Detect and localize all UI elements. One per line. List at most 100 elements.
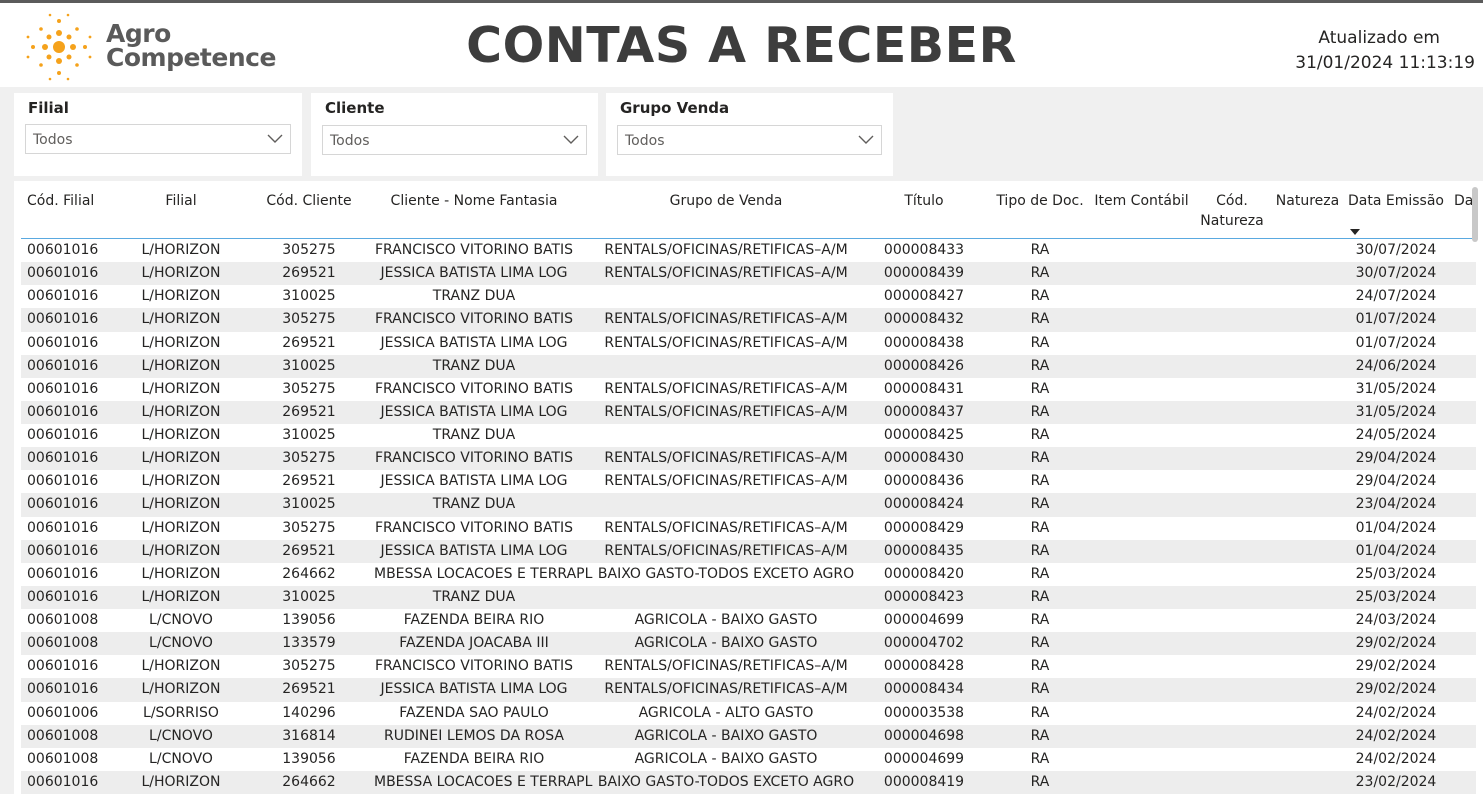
- cell-tipo-doc: RA: [1030, 658, 1050, 675]
- cell-cod-filial: 00601016: [27, 242, 99, 258]
- cell-tipo-doc: RA: [1030, 334, 1050, 351]
- cell-cod-filial: 00601016: [27, 542, 99, 559]
- cell-titulo: 000008438: [883, 334, 965, 351]
- cell-filial: L/HORIZON: [141, 427, 221, 443]
- cell-filial: L/HORIZON: [141, 542, 221, 559]
- cell-tipo-doc: RA: [1030, 750, 1050, 767]
- table-row[interactable]: 00601016 L/HORIZON 269521 JESSICA BATISTA L…: [21, 262, 1476, 286]
- table-row[interactable]: 00601016 L/HORIZON 310025 TRANZ DUA 00000842…: [21, 585, 1476, 609]
- cell-cliente-nome: FAZENDA JOACABA III: [399, 635, 549, 652]
- table-row[interactable]: 00601016 L/HORIZON 310025 TRANZ DUA 00000842…: [21, 285, 1476, 308]
- cell-grupo-venda: RENTALS/OFICINAS/RETIFICAS–A/M: [604, 334, 848, 351]
- cell-titulo: 000008437: [883, 403, 965, 420]
- cell-grupo-venda: AGRICOLA - BAIXO GASTO: [634, 750, 818, 767]
- cell-filial: L/SORRISO: [143, 704, 219, 721]
- cell-tipo-doc: RA: [1030, 773, 1050, 790]
- cell-cod-filial: 00601016: [27, 403, 99, 420]
- cell-tipo-doc: RA: [1030, 242, 1050, 258]
- cell-grupo-venda: BAIXO GASTO-TODOS EXCETO AGRO: [597, 565, 855, 582]
- table-row[interactable]: 00601016 L/HORIZON 305275 FRANCISCO VITORIN…: [21, 517, 1476, 540]
- cell-titulo: 000003538: [883, 704, 965, 721]
- table-row[interactable]: 00601016 L/HORIZON 264662 MBESSA LOCACOES E…: [21, 770, 1476, 794]
- vertical-scrollbar[interactable]: [1472, 187, 1478, 242]
- cell-data-emissao: 23/04/2024: [1355, 496, 1437, 513]
- table-row[interactable]: 00601008 L/CNOVO 139056 FAZENDA BEIRA RIO AG…: [21, 748, 1476, 771]
- cell-tipo-doc: RA: [1030, 704, 1050, 721]
- cell-tipo-doc: RA: [1030, 612, 1050, 628]
- cell-cod-cliente: 305275: [282, 658, 336, 675]
- col-natureza[interactable]: Natureza: [1274, 191, 1341, 211]
- col-data-emissao[interactable]: Data Emissão: [1348, 191, 1444, 211]
- col-titulo[interactable]: Título: [874, 191, 974, 211]
- col-truncated[interactable]: Da: [1454, 191, 1483, 211]
- col-cod-cliente[interactable]: Cód. Cliente: [254, 191, 364, 211]
- cell-data-emissao: 30/07/2024: [1355, 242, 1437, 258]
- table-row[interactable]: 00601016 L/HORIZON 305275 FRANCISCO VITORIN…: [21, 308, 1476, 332]
- cell-cod-filial: 00601016: [27, 265, 99, 282]
- col-cod-filial[interactable]: Cód. Filial: [27, 191, 94, 211]
- table-row[interactable]: 00601006 L/SORRISO 140296 FAZENDA SAO PAULO…: [21, 702, 1476, 725]
- col-cod-natureza[interactable]: Cód. Natureza: [1197, 191, 1267, 231]
- cell-cod-cliente: 316814: [282, 727, 336, 744]
- cell-titulo: 000008439: [883, 265, 965, 282]
- cell-data-emissao: 01/07/2024: [1355, 334, 1437, 351]
- cell-cod-cliente: 269521: [282, 542, 336, 559]
- col-grupo-venda[interactable]: Grupo de Venda: [595, 191, 857, 211]
- table-row[interactable]: 00601016 L/HORIZON 269521 JESSICA BATISTA L…: [21, 400, 1476, 424]
- cell-tipo-doc: RA: [1030, 565, 1050, 582]
- cell-cod-filial: 00601016: [27, 565, 99, 582]
- cell-cliente-nome: JESSICA BATISTA LIMA LOG: [380, 473, 568, 490]
- cell-grupo-venda: RENTALS/OFICINAS/RETIFICAS–A/M: [604, 403, 848, 420]
- filial-dropdown[interactable]: Todos: [25, 124, 291, 154]
- cell-cliente-nome: TRANZ DUA: [432, 427, 516, 443]
- col-tipo-doc[interactable]: Tipo de Doc.: [995, 191, 1085, 211]
- cell-filial: L/HORIZON: [141, 403, 221, 420]
- table-row[interactable]: 00601016 L/HORIZON 310025 TRANZ DUA 00000842…: [21, 354, 1476, 378]
- cell-filial: L/HORIZON: [141, 565, 221, 582]
- cell-cliente-nome: JESSICA BATISTA LIMA LOG: [380, 265, 568, 282]
- cell-tipo-doc: RA: [1030, 473, 1050, 490]
- table-row[interactable]: 00601008 L/CNOVO 133579 FAZENDA JOACABA III…: [21, 632, 1476, 656]
- cell-cod-filial: 00601016: [27, 658, 99, 675]
- col-filial[interactable]: Filial: [126, 191, 236, 211]
- table-row[interactable]: 00601016 L/HORIZON 269521 JESSICA BATISTA L…: [21, 678, 1476, 702]
- cell-cliente-nome: JESSICA BATISTA LIMA LOG: [380, 334, 568, 351]
- col-item-contabil[interactable]: Item Contábil: [1094, 191, 1189, 211]
- cell-titulo: 000008419: [883, 773, 965, 790]
- cell-cliente-nome: MBESSA LOCACOES E TERRAPL: [374, 773, 593, 790]
- table-row[interactable]: 00601016 L/HORIZON 310025 TRANZ DUA 00000842…: [21, 493, 1476, 517]
- table-row[interactable]: 00601016 L/HORIZON 264662 MBESSA LOCACOES E…: [21, 563, 1476, 586]
- cell-data-emissao: 30/07/2024: [1355, 265, 1437, 282]
- cell-cod-cliente: 140296: [282, 704, 336, 721]
- table-row[interactable]: 00601008 L/CNOVO 316814 RUDINEI LEMOS DA RO…: [21, 724, 1476, 748]
- table-row[interactable]: 00601016 L/HORIZON 305275 FRANCISCO VITORIN…: [21, 378, 1476, 401]
- table-row[interactable]: 00601016 L/HORIZON 269521 JESSICA BATISTA L…: [21, 470, 1476, 493]
- table-row[interactable]: 00601016 L/HORIZON 269521 JESSICA BATISTA L…: [21, 539, 1476, 563]
- cell-titulo: 000008428: [883, 658, 965, 675]
- table-row[interactable]: 00601016 L/HORIZON 305275 FRANCISCO VITORIN…: [21, 239, 1476, 262]
- cell-titulo: 000008427: [883, 288, 965, 305]
- cell-titulo: 000008425: [883, 427, 965, 443]
- col-cliente-nome[interactable]: Cliente - Nome Fantasia: [374, 191, 574, 211]
- cliente-dropdown[interactable]: Todos: [322, 125, 587, 155]
- slicer-label: Grupo Venda: [620, 99, 730, 117]
- cell-cod-cliente: 310025: [282, 427, 336, 443]
- table-row[interactable]: 00601016 L/HORIZON 310025 TRANZ DUA 00000842…: [21, 424, 1476, 447]
- cell-tipo-doc: RA: [1030, 427, 1050, 443]
- cell-cod-filial: 00601016: [27, 380, 99, 397]
- table-row[interactable]: 00601016 L/HORIZON 305275 FRANCISCO VITORIN…: [21, 447, 1476, 471]
- table-row[interactable]: 00601008 L/CNOVO 139056 FAZENDA BEIRA RIO AG…: [21, 609, 1476, 632]
- cell-data-emissao: 01/04/2024: [1355, 542, 1437, 559]
- cell-tipo-doc: RA: [1030, 635, 1050, 652]
- cell-cliente-nome: TRANZ DUA: [432, 496, 516, 513]
- cell-grupo-venda: RENTALS/OFICINAS/RETIFICAS–A/M: [604, 242, 848, 258]
- cell-data-emissao: 25/03/2024: [1355, 588, 1437, 605]
- cell-cod-filial: 00601008: [27, 635, 99, 652]
- cell-cod-cliente: 305275: [282, 519, 336, 536]
- grupo-venda-dropdown[interactable]: Todos: [617, 125, 882, 155]
- cell-cliente-nome: JESSICA BATISTA LIMA LOG: [380, 542, 568, 559]
- table-row[interactable]: 00601016 L/HORIZON 305275 FRANCISCO VITORIN…: [21, 655, 1476, 678]
- cell-tipo-doc: RA: [1030, 403, 1050, 420]
- cell-filial: L/CNOVO: [149, 727, 213, 744]
- table-row[interactable]: 00601016 L/HORIZON 269521 JESSICA BATISTA L…: [21, 332, 1476, 355]
